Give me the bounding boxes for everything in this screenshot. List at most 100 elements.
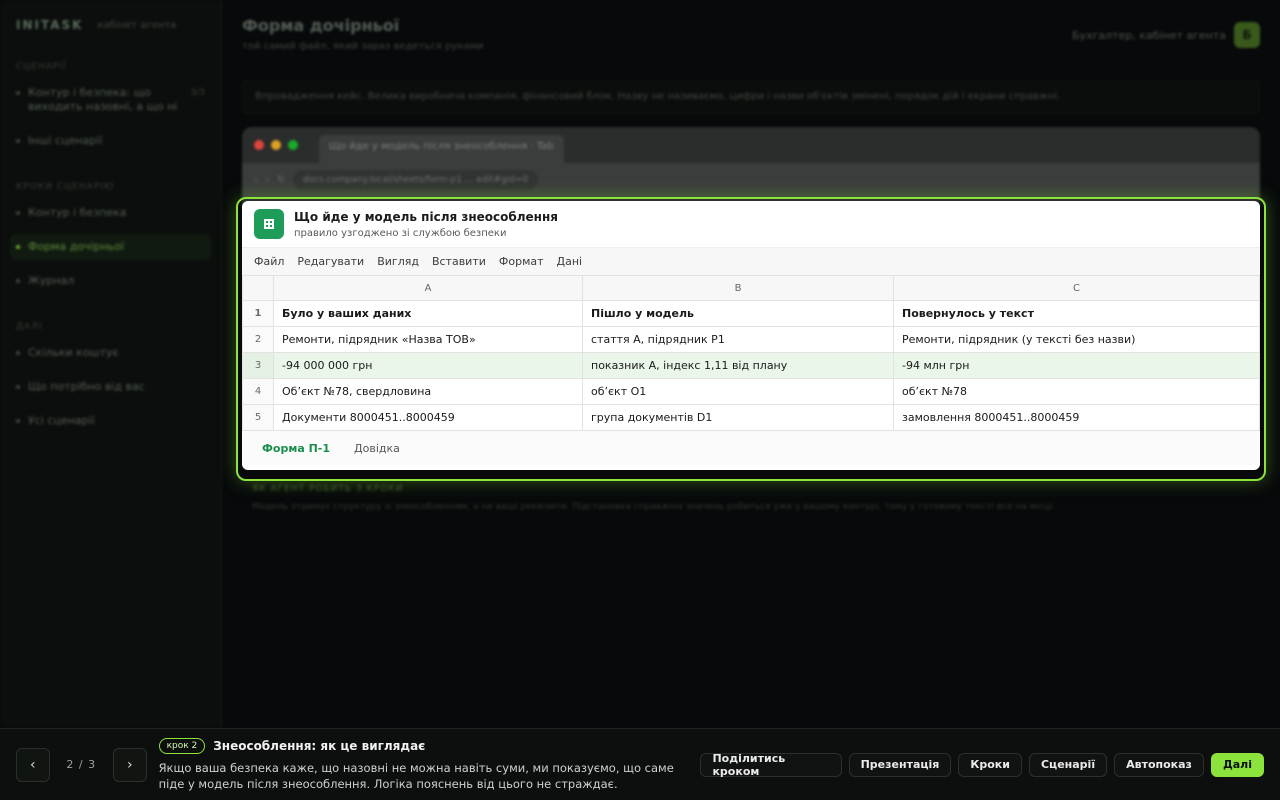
menu-insert[interactable]: Вставити [432,255,486,268]
menu-data[interactable]: Дані [557,255,583,268]
sidebar: INITASK кабінет агента СЦЕНАРІЇ Контур і… [0,0,222,728]
cell[interactable]: об’єкт №78 [893,378,1260,405]
sheet-tabs: Форма П-1 Довідка [242,431,1260,465]
step-info: крок 2 Знеособлення: як це виглядає Якщо… [158,737,701,792]
prev-step-button[interactable]: ‹ [16,747,50,782]
user-label: Бухгалтер, кабінет агента [1072,28,1226,42]
back-arrow-icon[interactable]: ‹ [254,175,258,185]
tour-bar: ‹ 2 / 3 › крок 2 Знеособлення: як це виг… [0,728,1280,800]
user-menu[interactable]: Бухгалтер, кабінет агента Б [1072,22,1260,48]
next-button[interactable]: Далі [1210,752,1264,777]
menu-format[interactable]: Формат [499,255,544,268]
browser-address-row: ‹ › ↻ docs.company.local/sheets/form-p1 … [242,163,1260,197]
sidebar-item-label: Скільки коштує [28,346,119,359]
sidebar-item-security[interactable]: Контур і безпека [10,200,211,226]
cell[interactable]: Повернулось у текст [893,300,1260,327]
sidebar-item-journal[interactable]: Журнал [10,268,211,294]
presentation-button[interactable]: Презентація [848,752,952,777]
sidebar-item-label: Журнал [28,274,75,287]
bullet-icon [16,139,20,143]
cell[interactable]: об’єкт O1 [582,378,894,405]
avatar[interactable]: Б [1234,22,1260,48]
cell[interactable]: показник A, індекс 1,11 від плану [582,352,894,379]
bullet-icon [16,211,20,215]
brand: INITASK кабінет агента [10,16,211,34]
minimize-dot-icon[interactable] [271,140,281,150]
logo: INITASK [16,18,84,32]
sheet-grid: A B C 1 Було у ваших даних Пішло у модел… [242,275,1260,431]
bullet-icon [16,351,20,355]
case-notice: Впровадження кейс. Велика виробнича комп… [242,80,1260,114]
sidebar-item-all[interactable]: Усі сценарії [10,408,211,434]
share-step-button[interactable]: Поділитись кроком [700,752,842,778]
row-number[interactable]: 1 [242,300,274,327]
page-title: Форма дочірньої [242,16,400,35]
cell[interactable]: замовлення 8000451..8000459 [893,404,1260,431]
table-row: 1 Було у ваших даних Пішло у модель Пове… [242,300,1260,327]
browser-window: Що йде у модель після знеособлення · Tab… [242,127,1260,207]
cell[interactable]: Було у ваших даних [273,300,583,327]
sheet-subtitle: правило узгоджено зі службою безпеки [294,227,507,239]
sidebar-item-form[interactable]: Форма дочірньої [10,234,211,260]
chevron-left-icon: ‹ [30,756,36,773]
menu-edit[interactable]: Редагувати [297,255,364,268]
autoplay-button[interactable]: Автопоказ [1114,752,1204,777]
column-header-c[interactable]: C [893,275,1260,301]
brand-subtitle: кабінет агента [97,19,177,31]
row-number[interactable]: 3 [242,352,274,379]
sidebar-item-contour[interactable]: Контур і безпека: що виходить назовні, а… [10,80,211,120]
next-step-arrow-button[interactable]: › [112,747,147,782]
step-title: Знеособлення: як це виглядає [213,738,426,753]
column-header-b[interactable]: B [582,275,894,301]
table-row: 4 Об’єкт №78, свердловина об’єкт O1 об’є… [242,378,1260,405]
column-header-a[interactable]: A [273,275,583,301]
sidebar-item-label: Контур і безпека [28,206,127,219]
corner-cell[interactable] [242,275,274,301]
cell[interactable]: Ремонти, підрядник (у тексті без назви) [893,326,1260,353]
sheet-title: Що йде у модель після знеособлення [294,209,558,224]
menu-view[interactable]: Вигляд [377,255,419,268]
steps-button[interactable]: Кроки [958,752,1022,777]
forward-arrow-icon[interactable]: › [266,175,270,185]
cell[interactable]: -94 000 000 грн [273,352,583,379]
browser-tab[interactable]: Що йде у модель після знеособлення · Tab [319,135,564,163]
bullet-icon [16,279,20,283]
cell[interactable]: стаття A, підрядник P1 [582,326,894,353]
browser-titlebar: Що йде у модель після знеособлення · Tab [242,127,1260,163]
cell[interactable]: -94 млн грн [893,352,1260,379]
page-subtitle: той самий файл, який зараз ведеться рука… [242,41,484,52]
sidebar-item-count: 3/3 [190,88,205,98]
url-field[interactable]: docs.company.local/sheets/form-p1 ... ed… [292,170,539,190]
sheet-tab-form[interactable]: Форма П-1 [262,442,330,455]
sidebar-item-cost[interactable]: Скільки коштує [10,340,211,366]
chevron-right-icon: › [126,756,133,773]
reload-icon[interactable]: ↻ [277,175,285,185]
menu-file[interactable]: Файл [254,255,284,268]
sidebar-section-next: ДАЛІ [16,322,43,332]
table-row-highlighted: 3 -94 000 000 грн показник A, індекс 1,1… [242,352,1260,379]
cell[interactable]: Пішло у модель [582,300,894,327]
cell[interactable]: Ремонти, підрядник «Назва ТОВ» [273,326,583,353]
sheet-tab-reference[interactable]: Довідка [354,442,400,455]
sidebar-item-needs[interactable]: Що потрібно від вас [10,374,211,400]
bullet-icon [16,91,20,95]
sidebar-section-scenarios: СЦЕНАРІЇ [16,62,67,72]
sidebar-item-other[interactable]: Інші сценарії [10,128,211,154]
bullet-icon [16,385,20,389]
step-badge: крок 2 [158,737,206,754]
close-dot-icon[interactable] [254,140,264,150]
maximize-dot-icon[interactable] [288,140,298,150]
sidebar-item-label: Інші сценарії [28,134,103,147]
cell[interactable]: Об’єкт №78, свердловина [273,378,583,405]
scenarios-button[interactable]: Сценарії [1028,752,1108,777]
step-header: крок 2 Знеособлення: як це виглядає [158,737,701,754]
bullet-icon [16,419,20,423]
row-number[interactable]: 4 [242,378,274,405]
tour-actions: Поділитись кроком Презентація Кроки Сцен… [700,752,1264,778]
cell[interactable]: Документи 8000451..8000459 [273,404,583,431]
sheets-icon [254,209,284,239]
sidebar-section-steps: КРОКИ СЦЕНАРІЮ [16,182,115,192]
row-number[interactable]: 2 [242,326,274,353]
cell[interactable]: група документів D1 [582,404,894,431]
row-number[interactable]: 5 [242,404,274,431]
